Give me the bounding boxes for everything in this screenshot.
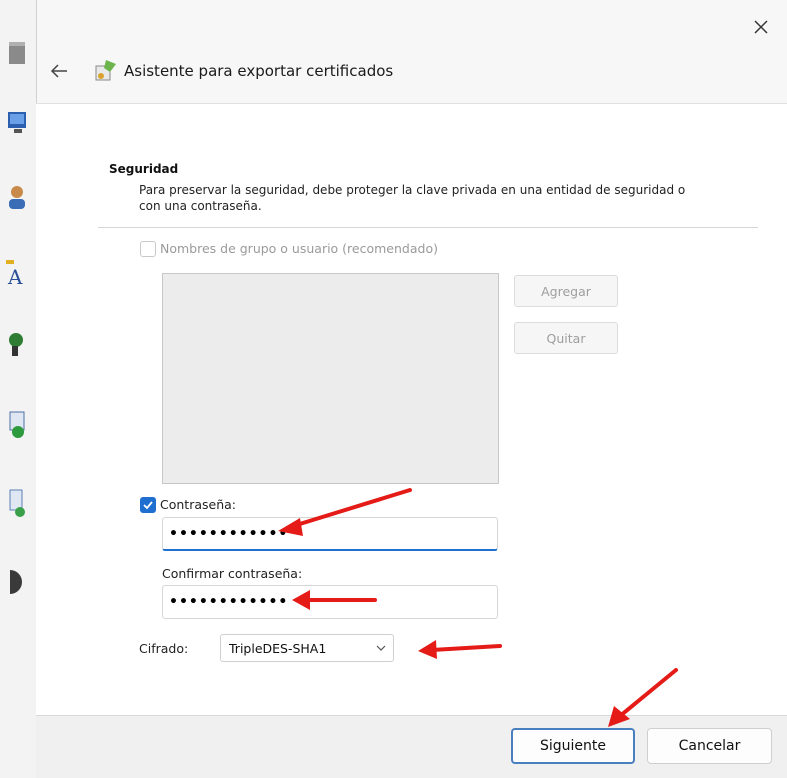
next-button[interactable]: Siguiente [511, 728, 635, 764]
monitor-icon [8, 112, 26, 133]
encryption-label: Cifrado: [139, 641, 189, 656]
drive-icon [9, 42, 25, 64]
principals-listbox[interactable] [162, 273, 499, 484]
encryption-selected-value: TripleDES-SHA1 [229, 640, 327, 656]
group-user-label: Nombres de grupo o usuario (recomendado) [160, 241, 438, 256]
certificate-wizard-icon [95, 60, 116, 81]
encryption-select[interactable]: TripleDES-SHA1 [220, 634, 394, 662]
font-icon: A [6, 260, 23, 288]
svg-text:A: A [7, 265, 23, 288]
confirm-password-field[interactable]: •••••••••••• [162, 585, 498, 619]
section-heading: Seguridad [109, 162, 179, 176]
shield-icon [9, 411, 25, 438]
separator [98, 227, 758, 228]
close-icon[interactable] [746, 12, 776, 42]
confirm-password-label: Confirmar contraseña: [162, 566, 303, 581]
disc-icon [10, 570, 22, 594]
password-checkbox[interactable] [140, 497, 156, 513]
chevron-down-icon [376, 645, 386, 651]
key-icon [9, 333, 23, 356]
background-window-strip: A [0, 0, 36, 778]
password-label: Contraseña: [160, 497, 236, 512]
password-field[interactable]: •••••••••••• [162, 517, 498, 551]
group-user-checkbox[interactable] [140, 241, 156, 257]
back-arrow-icon[interactable] [48, 60, 70, 82]
remove-button[interactable]: Quitar [514, 322, 618, 354]
section-description: Para preservar la seguridad, debe proteg… [139, 183, 686, 213]
checkmark-icon [143, 501, 153, 510]
document-icon [9, 489, 25, 517]
cancel-button[interactable]: Cancelar [647, 728, 772, 764]
add-button[interactable]: Agregar [514, 275, 618, 307]
window-title: Asistente para exportar certificados [124, 62, 394, 80]
user-icon [9, 186, 25, 209]
